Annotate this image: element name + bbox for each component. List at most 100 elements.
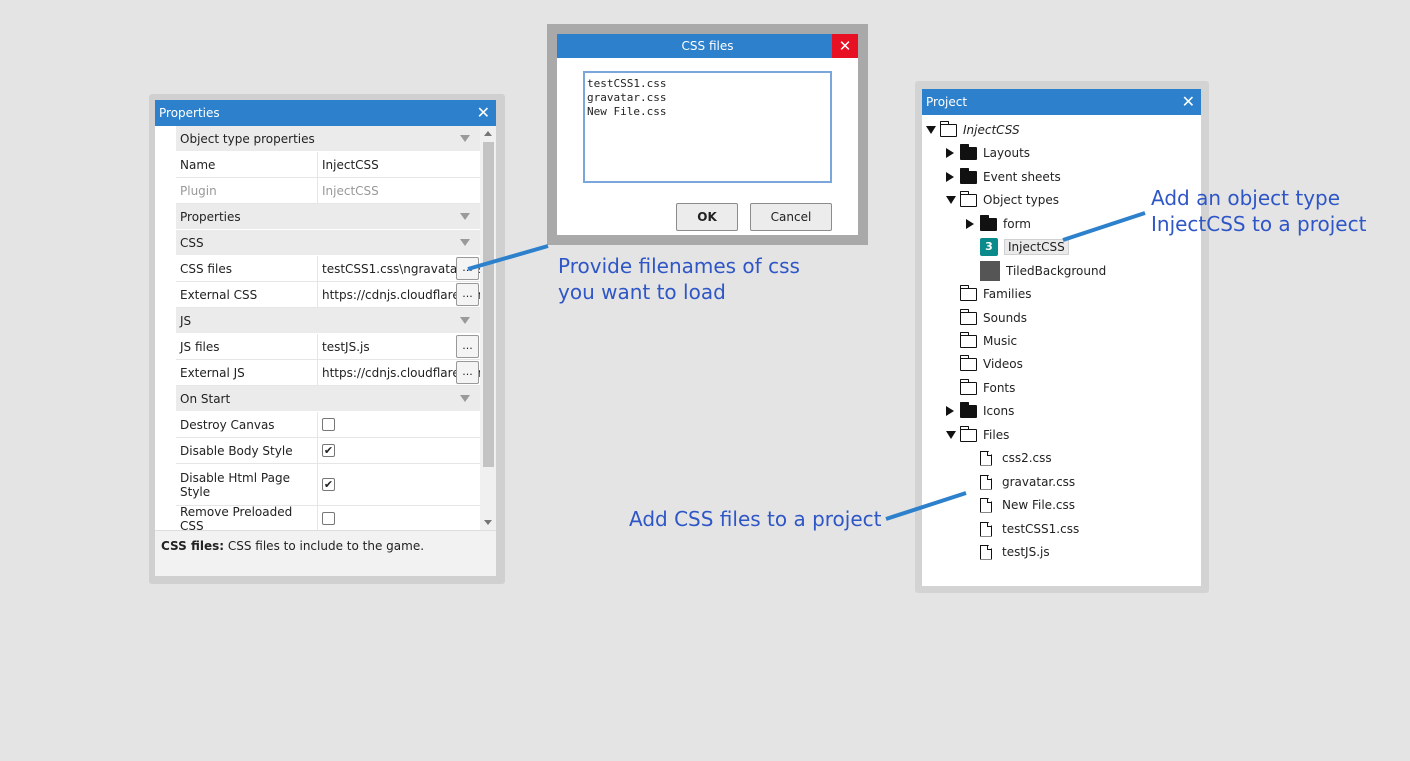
property-value[interactable]: testJS.js... bbox=[318, 334, 480, 359]
property-row[interactable]: Name InjectCSS bbox=[176, 152, 480, 178]
close-icon[interactable]: ✕ bbox=[477, 105, 490, 121]
property-value[interactable]: InjectCSS bbox=[318, 178, 480, 203]
project-titlebar: Project ✕ bbox=[922, 89, 1201, 115]
checkbox[interactable] bbox=[322, 512, 335, 525]
property-row[interactable]: Disable Html Page Style ✔ bbox=[176, 464, 480, 506]
property-value[interactable] bbox=[318, 412, 480, 437]
properties-scrollbar[interactable] bbox=[480, 126, 496, 530]
tree-item-label: Layouts bbox=[983, 146, 1031, 160]
tree-item[interactable]: Layouts bbox=[946, 142, 1030, 164]
tree-item-label: testJS.js bbox=[1002, 545, 1050, 559]
property-section[interactable]: Object type properties bbox=[176, 126, 480, 152]
expand-arrow-icon[interactable] bbox=[966, 219, 974, 229]
property-value[interactable]: ✔ bbox=[318, 464, 480, 505]
tree-item-label: Object types bbox=[983, 193, 1059, 207]
close-icon[interactable]: ✕ bbox=[832, 34, 858, 58]
tree-item-label: TiledBackground bbox=[1006, 264, 1107, 278]
annotation-add-object-type: Add an object type InjectCSS to a projec… bbox=[1151, 186, 1367, 236]
tree-item[interactable]: Families bbox=[946, 283, 1031, 305]
property-row[interactable]: Remove Preloaded CSS bbox=[176, 505, 480, 530]
tree-item[interactable]: Fonts bbox=[946, 377, 1015, 399]
property-row[interactable]: CSS filestestCSS1.css\ngravatar.css\nNew… bbox=[176, 256, 480, 282]
css-files-textarea[interactable] bbox=[583, 71, 832, 183]
collapse-chevron-icon[interactable] bbox=[460, 239, 470, 246]
tree-item[interactable]: css2.css bbox=[966, 447, 1052, 469]
ok-button[interactable]: OK bbox=[676, 203, 738, 231]
tree-item[interactable]: Icons bbox=[946, 400, 1014, 422]
property-section[interactable]: Properties bbox=[176, 204, 480, 230]
tree-item[interactable]: Object types bbox=[946, 189, 1059, 211]
tree-item[interactable]: Event sheets bbox=[946, 166, 1061, 188]
tree-item[interactable]: testJS.js bbox=[966, 541, 1050, 563]
property-row[interactable]: JS files testJS.js... bbox=[176, 334, 480, 360]
property-value-text: InjectCSS bbox=[322, 183, 379, 198]
checkbox[interactable] bbox=[322, 418, 335, 431]
collapse-chevron-icon[interactable] bbox=[460, 213, 470, 220]
checkbox[interactable]: ✔ bbox=[322, 478, 335, 491]
tree-item[interactable]: InjectCSS bbox=[926, 119, 1020, 141]
property-section[interactable]: JS bbox=[176, 308, 480, 334]
ellipsis-button[interactable]: ... bbox=[456, 335, 479, 358]
description-text: CSS files to include to the game. bbox=[224, 539, 425, 553]
tree-item[interactable]: Sounds bbox=[946, 307, 1027, 329]
scroll-thumb[interactable] bbox=[483, 142, 494, 467]
tree-item[interactable]: testCSS1.css bbox=[966, 518, 1079, 540]
tree-item-label: form bbox=[1003, 217, 1031, 231]
folder-icon bbox=[959, 308, 977, 325]
tree-item-label: Music bbox=[983, 334, 1018, 348]
folder-icon bbox=[959, 378, 977, 395]
property-key: Plugin bbox=[176, 178, 318, 203]
ellipsis-button[interactable]: ... bbox=[456, 257, 479, 280]
tree-item-label: Event sheets bbox=[983, 170, 1061, 184]
cancel-button[interactable]: Cancel bbox=[750, 203, 832, 231]
collapse-arrow-icon[interactable] bbox=[946, 431, 956, 439]
tree-item[interactable]: gravatar.css bbox=[966, 471, 1075, 493]
scroll-down-icon[interactable] bbox=[484, 520, 492, 525]
property-value[interactable] bbox=[318, 506, 480, 530]
property-row[interactable]: Plugin InjectCSS bbox=[176, 178, 480, 204]
tree-item[interactable]: Files bbox=[946, 424, 1009, 446]
folder-filled-icon bbox=[979, 214, 997, 231]
collapse-chevron-icon[interactable] bbox=[460, 135, 470, 142]
property-row[interactable]: Disable Body Style ✔ bbox=[176, 438, 480, 464]
tree-item[interactable]: Music bbox=[946, 330, 1017, 352]
tree-item[interactable]: 3 InjectCSS bbox=[966, 236, 1069, 258]
property-value[interactable]: testCSS1.css\ngravatar.css\nNew File.css… bbox=[318, 256, 480, 281]
project-title: Project bbox=[926, 95, 968, 109]
property-description: CSS files: CSS files to include to the g… bbox=[155, 530, 496, 576]
property-value[interactable]: ✔ bbox=[318, 438, 480, 463]
property-key: Name bbox=[176, 152, 318, 177]
tree-item[interactable]: form bbox=[966, 213, 1031, 235]
expand-arrow-icon[interactable] bbox=[946, 406, 954, 416]
expand-arrow-icon[interactable] bbox=[946, 172, 954, 182]
expand-arrow-icon[interactable] bbox=[946, 148, 954, 158]
property-section[interactable]: On Start bbox=[176, 386, 480, 412]
ellipsis-button[interactable]: ... bbox=[456, 361, 479, 384]
ellipsis-button[interactable]: ... bbox=[456, 283, 479, 306]
property-row[interactable]: External JS https://cdnjs.cloudflare.com.… bbox=[176, 360, 480, 386]
property-section[interactable]: CSS bbox=[176, 230, 480, 256]
property-row[interactable]: Destroy Canvas bbox=[176, 412, 480, 438]
tree-item-label: Videos bbox=[983, 357, 1023, 371]
collapse-chevron-icon[interactable] bbox=[460, 317, 470, 324]
property-value[interactable]: InjectCSS bbox=[318, 152, 480, 177]
property-value[interactable]: https://cdnjs.cloudflare.com... bbox=[318, 360, 480, 385]
property-rows: Object type properties Name InjectCSS Plugi… bbox=[176, 126, 480, 530]
annotation-add-css-files: Add CSS files to a project bbox=[629, 507, 882, 531]
property-grid: Object type properties Name InjectCSS Plugi… bbox=[155, 126, 496, 530]
properties-title: Properties bbox=[159, 106, 220, 120]
tree-item[interactable]: New File.css bbox=[966, 494, 1075, 516]
collapse-arrow-icon[interactable] bbox=[946, 196, 956, 204]
collapse-arrow-icon[interactable] bbox=[926, 126, 936, 134]
scroll-up-icon[interactable] bbox=[484, 131, 492, 136]
tree-item[interactable]: TiledBackground bbox=[966, 260, 1106, 282]
property-key: Destroy Canvas bbox=[176, 412, 318, 437]
tree-item[interactable]: Videos bbox=[946, 353, 1023, 375]
property-value[interactable]: https://cdnjs.cloudflare.com... bbox=[318, 282, 480, 307]
checkbox[interactable]: ✔ bbox=[322, 444, 335, 457]
property-row[interactable]: External CSS https://cdnjs.cloudflare.com… bbox=[176, 282, 480, 308]
collapse-chevron-icon[interactable] bbox=[460, 395, 470, 402]
close-icon[interactable]: ✕ bbox=[1182, 94, 1195, 110]
property-key: External JS bbox=[176, 360, 318, 385]
folder-icon bbox=[959, 354, 977, 371]
